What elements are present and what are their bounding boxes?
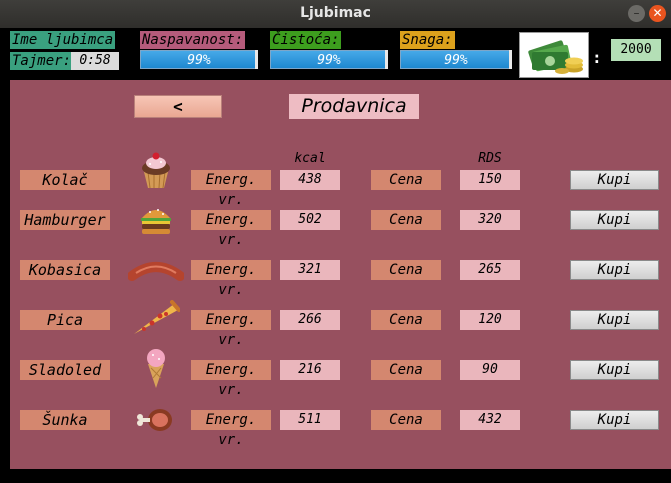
price-label: Cena bbox=[371, 410, 441, 430]
energy-label: Energ. vr. bbox=[191, 170, 271, 208]
buy-button-kobasica[interactable]: Kupi bbox=[570, 260, 659, 280]
cupcake-icon bbox=[134, 150, 178, 190]
price-value: 320 bbox=[460, 210, 520, 230]
energy-label: Energ. vr. bbox=[191, 410, 271, 448]
item-name: Šunka bbox=[20, 410, 110, 430]
price-label: Cena bbox=[371, 360, 441, 380]
energy-label: Energ. vr. bbox=[191, 210, 271, 248]
money-icon bbox=[519, 32, 589, 78]
item-name: Sladoled bbox=[20, 360, 110, 380]
ice-cream-icon bbox=[134, 346, 178, 390]
kcal-value: 266 bbox=[280, 310, 340, 330]
item-name: Kobasica bbox=[20, 260, 110, 280]
kcal-value: 511 bbox=[280, 410, 340, 430]
energy-label: Energ. vr. bbox=[191, 360, 271, 398]
window-title: Ljubimac bbox=[300, 5, 371, 21]
cleanliness-progress-bar: 99% bbox=[270, 50, 388, 69]
price-value: 90 bbox=[460, 360, 520, 380]
price-value: 150 bbox=[460, 170, 520, 190]
item-name: Hamburger bbox=[20, 210, 110, 230]
buy-button-hamburger[interactable]: Kupi bbox=[570, 210, 659, 230]
item-name: Pica bbox=[20, 310, 110, 330]
cleanliness-value: 99% bbox=[317, 53, 341, 68]
close-button[interactable]: ✕ bbox=[649, 5, 666, 22]
sleep-progress-bar: 99% bbox=[140, 50, 258, 69]
sleep-label: Naspavanost: bbox=[140, 31, 246, 49]
kcal-value: 321 bbox=[280, 260, 340, 280]
title-bar: Ljubimac – ✕ bbox=[0, 0, 671, 28]
sleep-value: 99% bbox=[187, 53, 211, 68]
bottom-bar bbox=[0, 469, 671, 483]
pet-name-label: Ime ljubimca bbox=[10, 31, 116, 49]
buy-button-pica[interactable]: Kupi bbox=[570, 310, 659, 330]
minimize-button[interactable]: – bbox=[628, 5, 645, 22]
back-button[interactable]: < bbox=[134, 95, 222, 118]
price-label: Cena bbox=[371, 170, 441, 190]
price-value: 432 bbox=[460, 410, 520, 430]
strength-value: 99% bbox=[444, 53, 468, 68]
money-colon: : bbox=[592, 48, 602, 67]
price-value: 120 bbox=[460, 310, 520, 330]
ham-icon bbox=[134, 398, 178, 438]
shop-panel: < Prodavnica kcal RDS Kolač Energ. vr. 4… bbox=[10, 80, 671, 469]
buy-button-kolac[interactable]: Kupi bbox=[570, 170, 659, 190]
page-title: Prodavnica bbox=[289, 94, 419, 119]
energy-label: Energ. vr. bbox=[191, 310, 271, 348]
price-label: Cena bbox=[371, 310, 441, 330]
kcal-value: 502 bbox=[280, 210, 340, 230]
price-label: Cena bbox=[371, 260, 441, 280]
hamburger-icon bbox=[134, 200, 178, 240]
timer-value: 0:58 bbox=[71, 52, 119, 70]
kcal-header: kcal bbox=[294, 151, 326, 166]
cleanliness-label: Čistoća: bbox=[270, 31, 342, 49]
pizza-icon bbox=[130, 298, 181, 338]
kcal-value: 216 bbox=[280, 360, 340, 380]
strength-label: Snaga: bbox=[400, 31, 455, 49]
energy-label: Energ. vr. bbox=[191, 260, 271, 298]
price-label: Cena bbox=[371, 210, 441, 230]
item-name: Kolač bbox=[20, 170, 110, 190]
buy-button-sunka[interactable]: Kupi bbox=[570, 410, 659, 430]
price-value: 265 bbox=[460, 260, 520, 280]
buy-button-sladoled[interactable]: Kupi bbox=[570, 360, 659, 380]
sausage-icon bbox=[127, 250, 185, 290]
strength-progress-bar: 99% bbox=[400, 50, 512, 69]
timer-label: Tajmer: bbox=[10, 52, 74, 70]
rds-header: RDS bbox=[478, 151, 502, 166]
coins-value: 2000 bbox=[611, 39, 661, 61]
kcal-value: 438 bbox=[280, 170, 340, 190]
